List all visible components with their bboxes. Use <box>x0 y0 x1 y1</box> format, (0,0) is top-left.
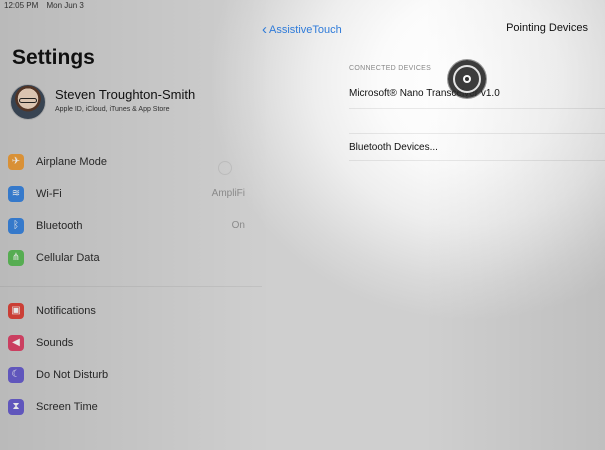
chevron-left-icon: ‹ <box>262 21 267 38</box>
avatar <box>10 84 46 120</box>
sidebar-item-label: Cellular Data <box>36 252 100 264</box>
page-title: Settings <box>12 46 95 69</box>
notifications-icon: ▣ <box>8 303 24 319</box>
profile-subtitle: Apple ID, iCloud, iTunes & App Store <box>55 106 170 113</box>
sidebar-item-value: On <box>231 220 245 231</box>
nav-title: Pointing Devices <box>506 22 588 34</box>
sidebar-item-label: Sounds <box>36 337 74 349</box>
sidebar-item-bluetooth[interactable]: ᛒ Bluetooth On <box>8 217 253 237</box>
sidebar-item-label: Airplane Mode <box>36 156 107 168</box>
profile-name: Steven Troughton-Smith <box>55 87 196 102</box>
settings-sidebar: Settings Steven Troughton-Smith Apple ID… <box>0 0 262 450</box>
sidebar-item-notifications[interactable]: ▣ Notifications <box>8 302 253 322</box>
assistivetouch-pointer-icon[interactable] <box>448 60 486 98</box>
bluetooth-devices-row[interactable]: Bluetooth Devices... <box>349 142 438 153</box>
sidebar-item-do-not-disturb[interactable]: ☾ Do Not Disturb <box>8 366 253 386</box>
sidebar-item-cellular[interactable]: ⋔ Cellular Data <box>8 249 253 269</box>
sidebar-item-label: Wi-Fi <box>36 188 62 200</box>
sidebar-item-label: Screen Time <box>36 401 98 413</box>
section-divider <box>0 286 262 287</box>
sidebar-item-value: AmpliFi <box>211 188 245 199</box>
bluetooth-icon: ᛒ <box>8 218 24 234</box>
row-separator <box>349 133 605 134</box>
apple-id-profile[interactable]: Steven Troughton-Smith Apple ID, iCloud,… <box>10 84 260 120</box>
sidebar-item-label: Do Not Disturb <box>36 369 109 381</box>
sidebar-item-screen-time[interactable]: ⧗ Screen Time <box>8 398 253 418</box>
row-separator <box>349 160 605 161</box>
back-button[interactable]: ‹ AssistiveTouch <box>262 20 342 38</box>
ipad-screen: 12:05 PM Mon Jun 3 Settings Steven Troug… <box>0 0 605 450</box>
sidebar-item-label: Notifications <box>36 305 96 317</box>
back-label: AssistiveTouch <box>269 24 342 36</box>
sidebar-item-wifi[interactable]: ≋ Wi-Fi AmpliFi <box>8 185 253 205</box>
antenna-icon: ⋔ <box>8 250 24 266</box>
airplane-toggle[interactable] <box>218 161 232 175</box>
wifi-icon: ≋ <box>8 186 24 202</box>
moon-icon: ☾ <box>8 367 24 383</box>
speaker-icon: ◀ <box>8 335 24 351</box>
airplane-icon: ✈ <box>8 154 24 170</box>
sidebar-item-sounds[interactable]: ◀ Sounds <box>8 334 253 354</box>
row-separator <box>349 108 605 109</box>
sidebar-item-airplane-mode[interactable]: ✈ Airplane Mode <box>8 153 253 173</box>
sidebar-item-label: Bluetooth <box>36 220 83 232</box>
detail-pane: ‹ AssistiveTouch Pointing Devices CONNECT… <box>262 0 605 450</box>
hourglass-icon: ⧗ <box>8 399 24 415</box>
section-header: CONNECTED DEVICES <box>349 65 432 72</box>
